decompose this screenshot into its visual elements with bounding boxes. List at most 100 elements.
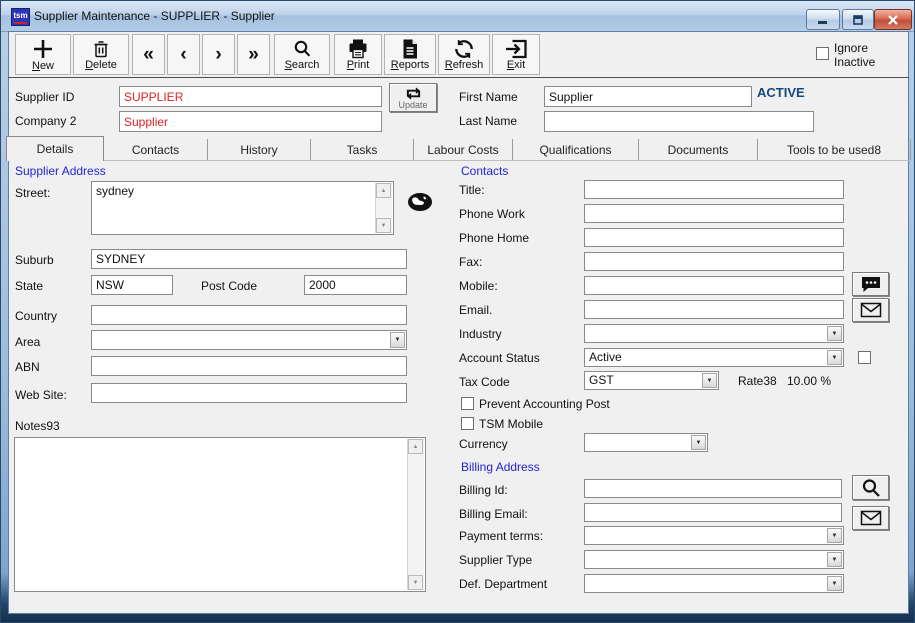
nav-next-button[interactable]: › [202,34,235,75]
tsm-app-icon: tsm [11,8,30,26]
ignore-inactive-checkbox[interactable] [816,47,829,60]
area-label: Area [15,335,40,349]
phone-work-input[interactable] [584,204,844,223]
status-badge: ACTIVE [757,85,805,100]
account-status-checkbox[interactable] [858,351,871,364]
email-input[interactable] [584,300,844,319]
first-name-input[interactable] [544,86,752,107]
state-input[interactable] [91,275,173,295]
billing-id-search-button[interactable] [852,475,889,500]
account-status-value: Active [589,350,825,364]
account-status-dropdown-arrow-icon[interactable]: ▼ [827,350,842,365]
notes-scroll-up-icon[interactable]: ▲ [408,439,423,454]
sms-button[interactable] [852,272,889,296]
payment-terms-dropdown[interactable]: ▼ [584,526,844,545]
company2-input[interactable] [119,111,382,132]
new-button[interactable]: New [15,34,71,75]
print-button-label: Print [347,59,370,71]
contacts-heading: Contacts [461,164,508,178]
account-status-dropdown[interactable]: Active ▼ [584,348,844,367]
payment-terms-dropdown-arrow-icon[interactable]: ▼ [827,528,842,543]
toolbar-divider [8,77,909,78]
tab-tasks[interactable]: Tasks [311,139,414,160]
supplier-id-input[interactable] [119,86,382,107]
reports-button[interactable]: Reports [384,34,436,75]
fax-label: Fax: [459,255,482,269]
last-name-label: Last Name [459,114,517,128]
suburb-input[interactable] [91,249,407,269]
exit-icon [505,39,527,59]
street-textarea[interactable]: sydney ▲ ▼ [91,181,394,235]
delete-button[interactable]: Delete [73,34,129,75]
mobile-input[interactable] [584,276,844,295]
tab-documents[interactable]: Documents [639,139,758,160]
tsm-mobile-checkbox[interactable] [461,417,474,430]
globe-button[interactable] [407,192,433,217]
delete-button-label: Delete [85,59,117,71]
def-department-dropdown[interactable]: ▼ [584,574,844,593]
tsm-mobile-label: TSM Mobile [479,417,543,431]
close-button[interactable] [874,9,912,30]
email-send-button[interactable] [852,298,889,322]
notes-scrollbar[interactable]: ▲ ▼ [407,439,424,590]
tab-history[interactable]: History [208,139,311,160]
plus-icon [32,38,54,60]
tab-tools-to-be-used[interactable]: Tools to be used8 [758,139,911,160]
currency-dropdown[interactable]: ▼ [584,433,708,452]
supplier-type-dropdown-arrow-icon[interactable]: ▼ [827,552,842,567]
tab-contacts[interactable]: Contacts [104,139,208,160]
search-button[interactable]: Search [274,34,330,75]
prevent-accounting-post-checkbox[interactable] [461,397,474,410]
notes-scroll-down-icon[interactable]: ▼ [408,575,423,590]
first-name-label: First Name [459,90,518,104]
print-button[interactable]: Print [334,34,382,75]
currency-dropdown-arrow-icon[interactable]: ▼ [691,435,706,450]
tax-code-dropdown-arrow-icon[interactable]: ▼ [702,373,717,388]
suburb-label: Suburb [15,253,54,267]
def-department-dropdown-arrow-icon[interactable]: ▼ [827,576,842,591]
exit-button[interactable]: Exit [492,34,540,75]
post-code-input[interactable] [304,275,407,295]
billing-email-send-button[interactable] [852,506,889,530]
abn-input[interactable] [91,356,407,376]
title-input[interactable] [584,180,844,199]
double-right-arrow-icon: » [248,45,259,65]
tab-details[interactable]: Details [6,136,104,161]
phone-home-input[interactable] [584,228,844,247]
area-dropdown-arrow-icon[interactable]: ▼ [390,332,405,348]
supplier-type-dropdown[interactable]: ▼ [584,550,844,569]
payment-terms-label: Payment terms: [459,529,543,543]
fax-input[interactable] [584,252,844,271]
nav-first-button[interactable]: « [132,34,165,75]
phone-work-label: Phone Work [459,207,525,221]
refresh-button[interactable]: Refresh [438,34,490,75]
billing-id-input[interactable] [584,479,842,498]
restore-button[interactable] [842,9,874,30]
country-input[interactable] [91,305,407,325]
nav-previous-button[interactable]: ‹ [167,34,200,75]
tab-qualifications[interactable]: Qualifications [513,139,639,160]
supplier-address-heading: Supplier Address [15,164,106,178]
nav-last-button[interactable]: » [237,34,270,75]
street-scrollbar[interactable]: ▲ ▼ [375,183,392,233]
tax-code-dropdown[interactable]: GST ▼ [584,371,719,390]
street-scroll-up-icon[interactable]: ▲ [376,183,391,198]
def-department-label: Def. Department [459,577,547,591]
street-scroll-down-icon[interactable]: ▼ [376,218,391,233]
billing-email-input[interactable] [584,503,842,522]
tab-tools-to-be-used-label: Tools to be used8 [787,143,881,157]
account-status-label: Account Status [459,351,540,365]
mobile-label: Mobile: [459,279,498,293]
industry-dropdown-arrow-icon[interactable]: ▼ [827,326,842,341]
tab-labour-costs[interactable]: Labour Costs [414,139,513,160]
ignore-inactive-label: Ignore Inactive [834,41,886,69]
last-name-input[interactable] [544,111,814,132]
update-button[interactable]: Update [389,83,437,112]
state-label: State [15,279,43,293]
area-dropdown[interactable]: ▼ [91,330,407,350]
notes-textarea[interactable]: ▲ ▼ [14,437,426,592]
web-site-input[interactable] [91,383,407,403]
minimize-button[interactable] [806,9,840,30]
billing-envelope-icon [860,510,882,526]
industry-dropdown[interactable]: ▼ [584,324,844,343]
